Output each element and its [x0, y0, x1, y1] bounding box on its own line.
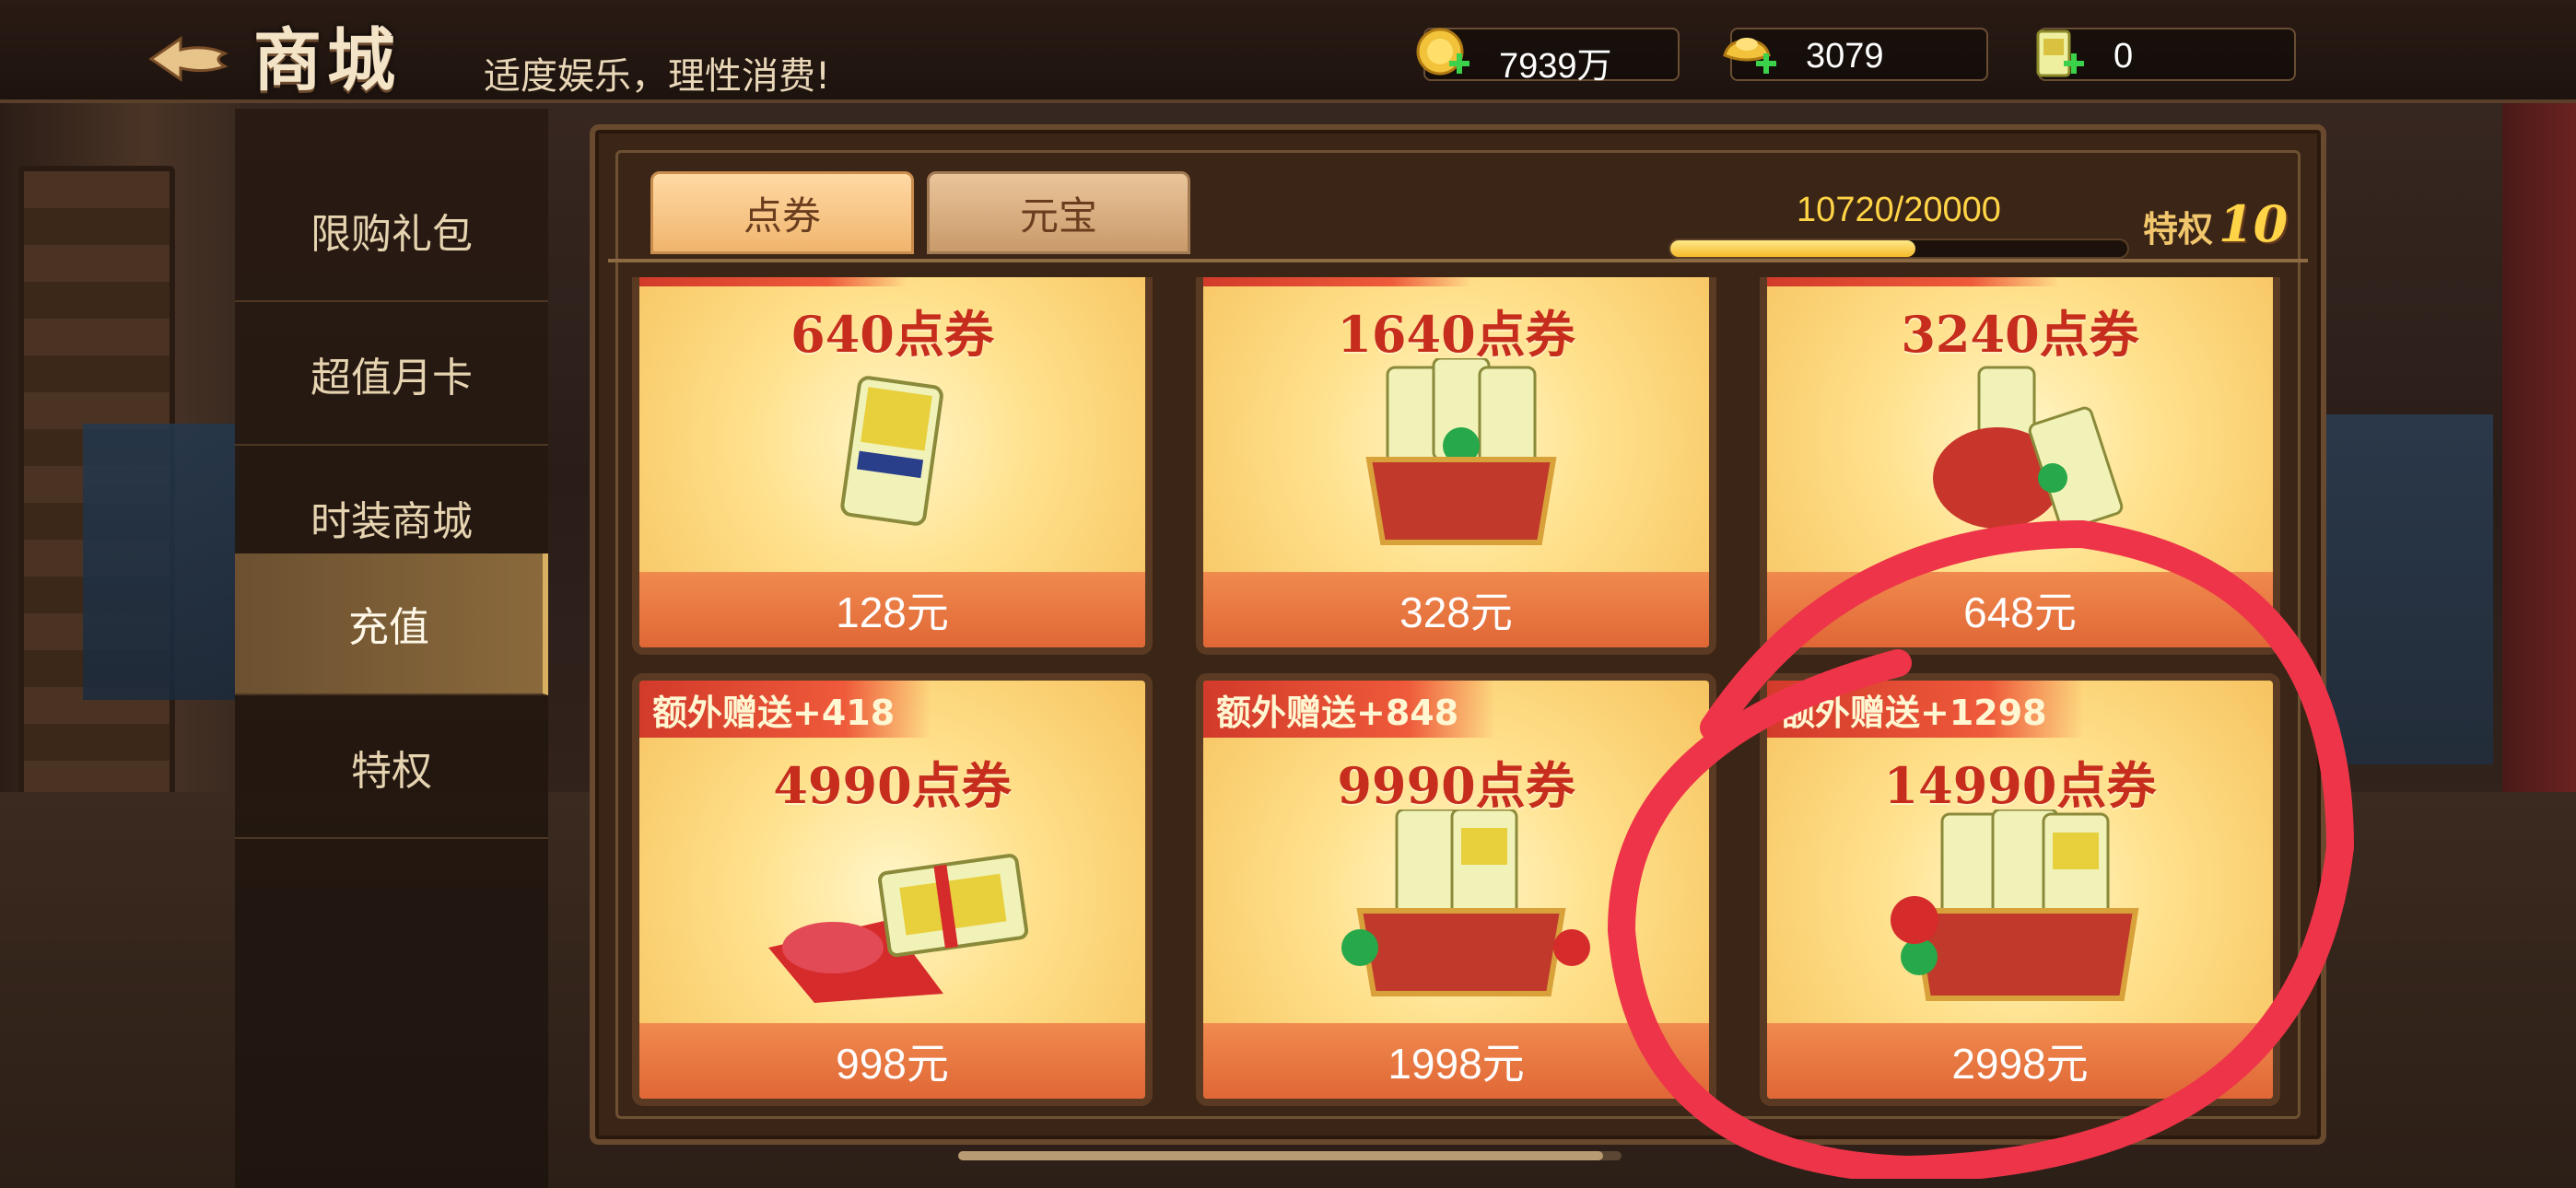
tab-divider: [608, 259, 2308, 262]
ticket-bag-icon: [1933, 366, 2124, 531]
product-card[interactable]: 额外赠送+98 1640点券 328元: [1196, 277, 1716, 655]
currency-value: 0: [2113, 37, 2134, 76]
bonus-ribbon: 额外赠送+38: [639, 277, 907, 286]
back-arrow-icon: [148, 36, 228, 82]
vip-badge[interactable]: 特权 10: [2143, 194, 2288, 255]
tab-yuanbao[interactable]: 元宝: [927, 171, 1190, 254]
product-card[interactable]: 额外赠送+848 9990点券 1998元: [1196, 673, 1716, 1106]
ticket-chest-icon: [1365, 358, 1557, 545]
horizontal-scrollbar[interactable]: [958, 1151, 1622, 1160]
ticket-chest-icon: [1341, 809, 1590, 996]
bonus-ribbon: 额外赠送+1298: [1767, 681, 2084, 738]
ticket-treasure-chest-icon: [1891, 809, 2139, 1001]
currency-gold-ingot[interactable]: 3079: [1723, 28, 1988, 81]
sidebar-item-limited-pack[interactable]: 限购礼包: [235, 160, 548, 302]
sidebar: 限购礼包 超值月卡 时装商城 充值 特权: [235, 109, 548, 1188]
product-amount: 9990点券: [1337, 756, 1575, 815]
page-title: 商城: [235, 15, 447, 100]
sidebar-item-privilege[interactable]: 特权: [235, 697, 548, 839]
ticket-stack-icon: [840, 376, 943, 526]
sidebar-item-label: 超值月卡: [310, 355, 473, 402]
main-panel: 点券 元宝 10720/20000 特权 10 额外赠送+38 640点券 12…: [590, 124, 2326, 1145]
vip-progress: 10720/20000: [1669, 191, 2129, 259]
vip-progress-text: 10720/20000: [1797, 191, 2001, 229]
vip-label: 特权: [2143, 208, 2214, 250]
tab-dianquan[interactable]: 点券: [650, 171, 914, 254]
product-amount: 14990点券: [1883, 756, 2157, 815]
price-button[interactable]: 998元: [639, 1023, 1145, 1099]
sidebar-item-monthly-card[interactable]: 超值月卡: [235, 304, 548, 446]
product-amount: 3240点券: [1901, 305, 2139, 364]
coupon-plus-icon[interactable]: [2027, 24, 2093, 87]
price-button[interactable]: 648元: [1767, 572, 2273, 647]
sidebar-item-label: 时装商城: [310, 498, 473, 545]
product-amount: 1640点券: [1337, 305, 1575, 364]
product-amount: 4990点券: [773, 756, 1012, 815]
price-button[interactable]: 2998元: [1767, 1023, 2273, 1099]
bonus-ribbon: 额外赠送+848: [1203, 681, 1496, 738]
currency-gold-coin[interactable]: 7939万: [1416, 28, 1680, 86]
sidebar-item-label: 充值: [348, 604, 429, 651]
currency-coupon[interactable]: 0: [2036, 28, 2296, 81]
ticket-bundle-icon: [768, 854, 1029, 1003]
bonus-ribbon: 额外赠送+208: [1767, 277, 2060, 286]
bonus-ribbon: 额外赠送+98: [1203, 277, 1471, 286]
sidebar-item-recharge[interactable]: 充值: [235, 553, 548, 695]
gold-ingot-plus-icon[interactable]: [1719, 24, 1786, 87]
slogan: 适度娱乐，理性消费!: [484, 55, 831, 98]
page-title-text: 商城: [253, 20, 401, 100]
price-button[interactable]: 128元: [639, 572, 1145, 647]
product-grid: 额外赠送+38 640点券 128元 额外赠送+98 1640点券: [632, 277, 2290, 1124]
background-window: [83, 424, 240, 700]
scrollbar-thumb[interactable]: [958, 1151, 1603, 1160]
currency-value: 3079: [1806, 37, 1884, 76]
sidebar-item-label: 特权: [351, 748, 432, 795]
price-button[interactable]: 1998元: [1203, 1023, 1709, 1099]
sidebar-item-label: 限购礼包: [310, 211, 473, 258]
product-card[interactable]: 额外赠送+1298 14990点券 2998元: [1760, 673, 2280, 1106]
vip-level: 10: [2219, 194, 2289, 253]
bonus-ribbon: 额外赠送+418: [639, 681, 932, 738]
tab-label: 元宝: [1019, 192, 1097, 239]
price-button[interactable]: 328元: [1203, 572, 1709, 647]
tab-label: 点券: [743, 192, 821, 239]
product-amount: 640点券: [790, 305, 994, 364]
gold-coin-plus-icon[interactable]: [1412, 24, 1479, 87]
currency-value: 7939万: [1499, 47, 1612, 86]
product-card[interactable]: 额外赠送+38 640点券 128元: [632, 277, 1153, 655]
vip-progress-fill: [1670, 240, 1915, 257]
product-card[interactable]: 额外赠送+208 3240点券 648元: [1760, 277, 2280, 655]
product-card[interactable]: 额外赠送+418 4990点券 998元: [632, 673, 1153, 1106]
back-button[interactable]: [147, 35, 230, 83]
vip-progress-track: [1669, 239, 2129, 259]
top-bar: 商城 适度娱乐，理性消费! 7939万 3079 0: [0, 0, 2576, 103]
